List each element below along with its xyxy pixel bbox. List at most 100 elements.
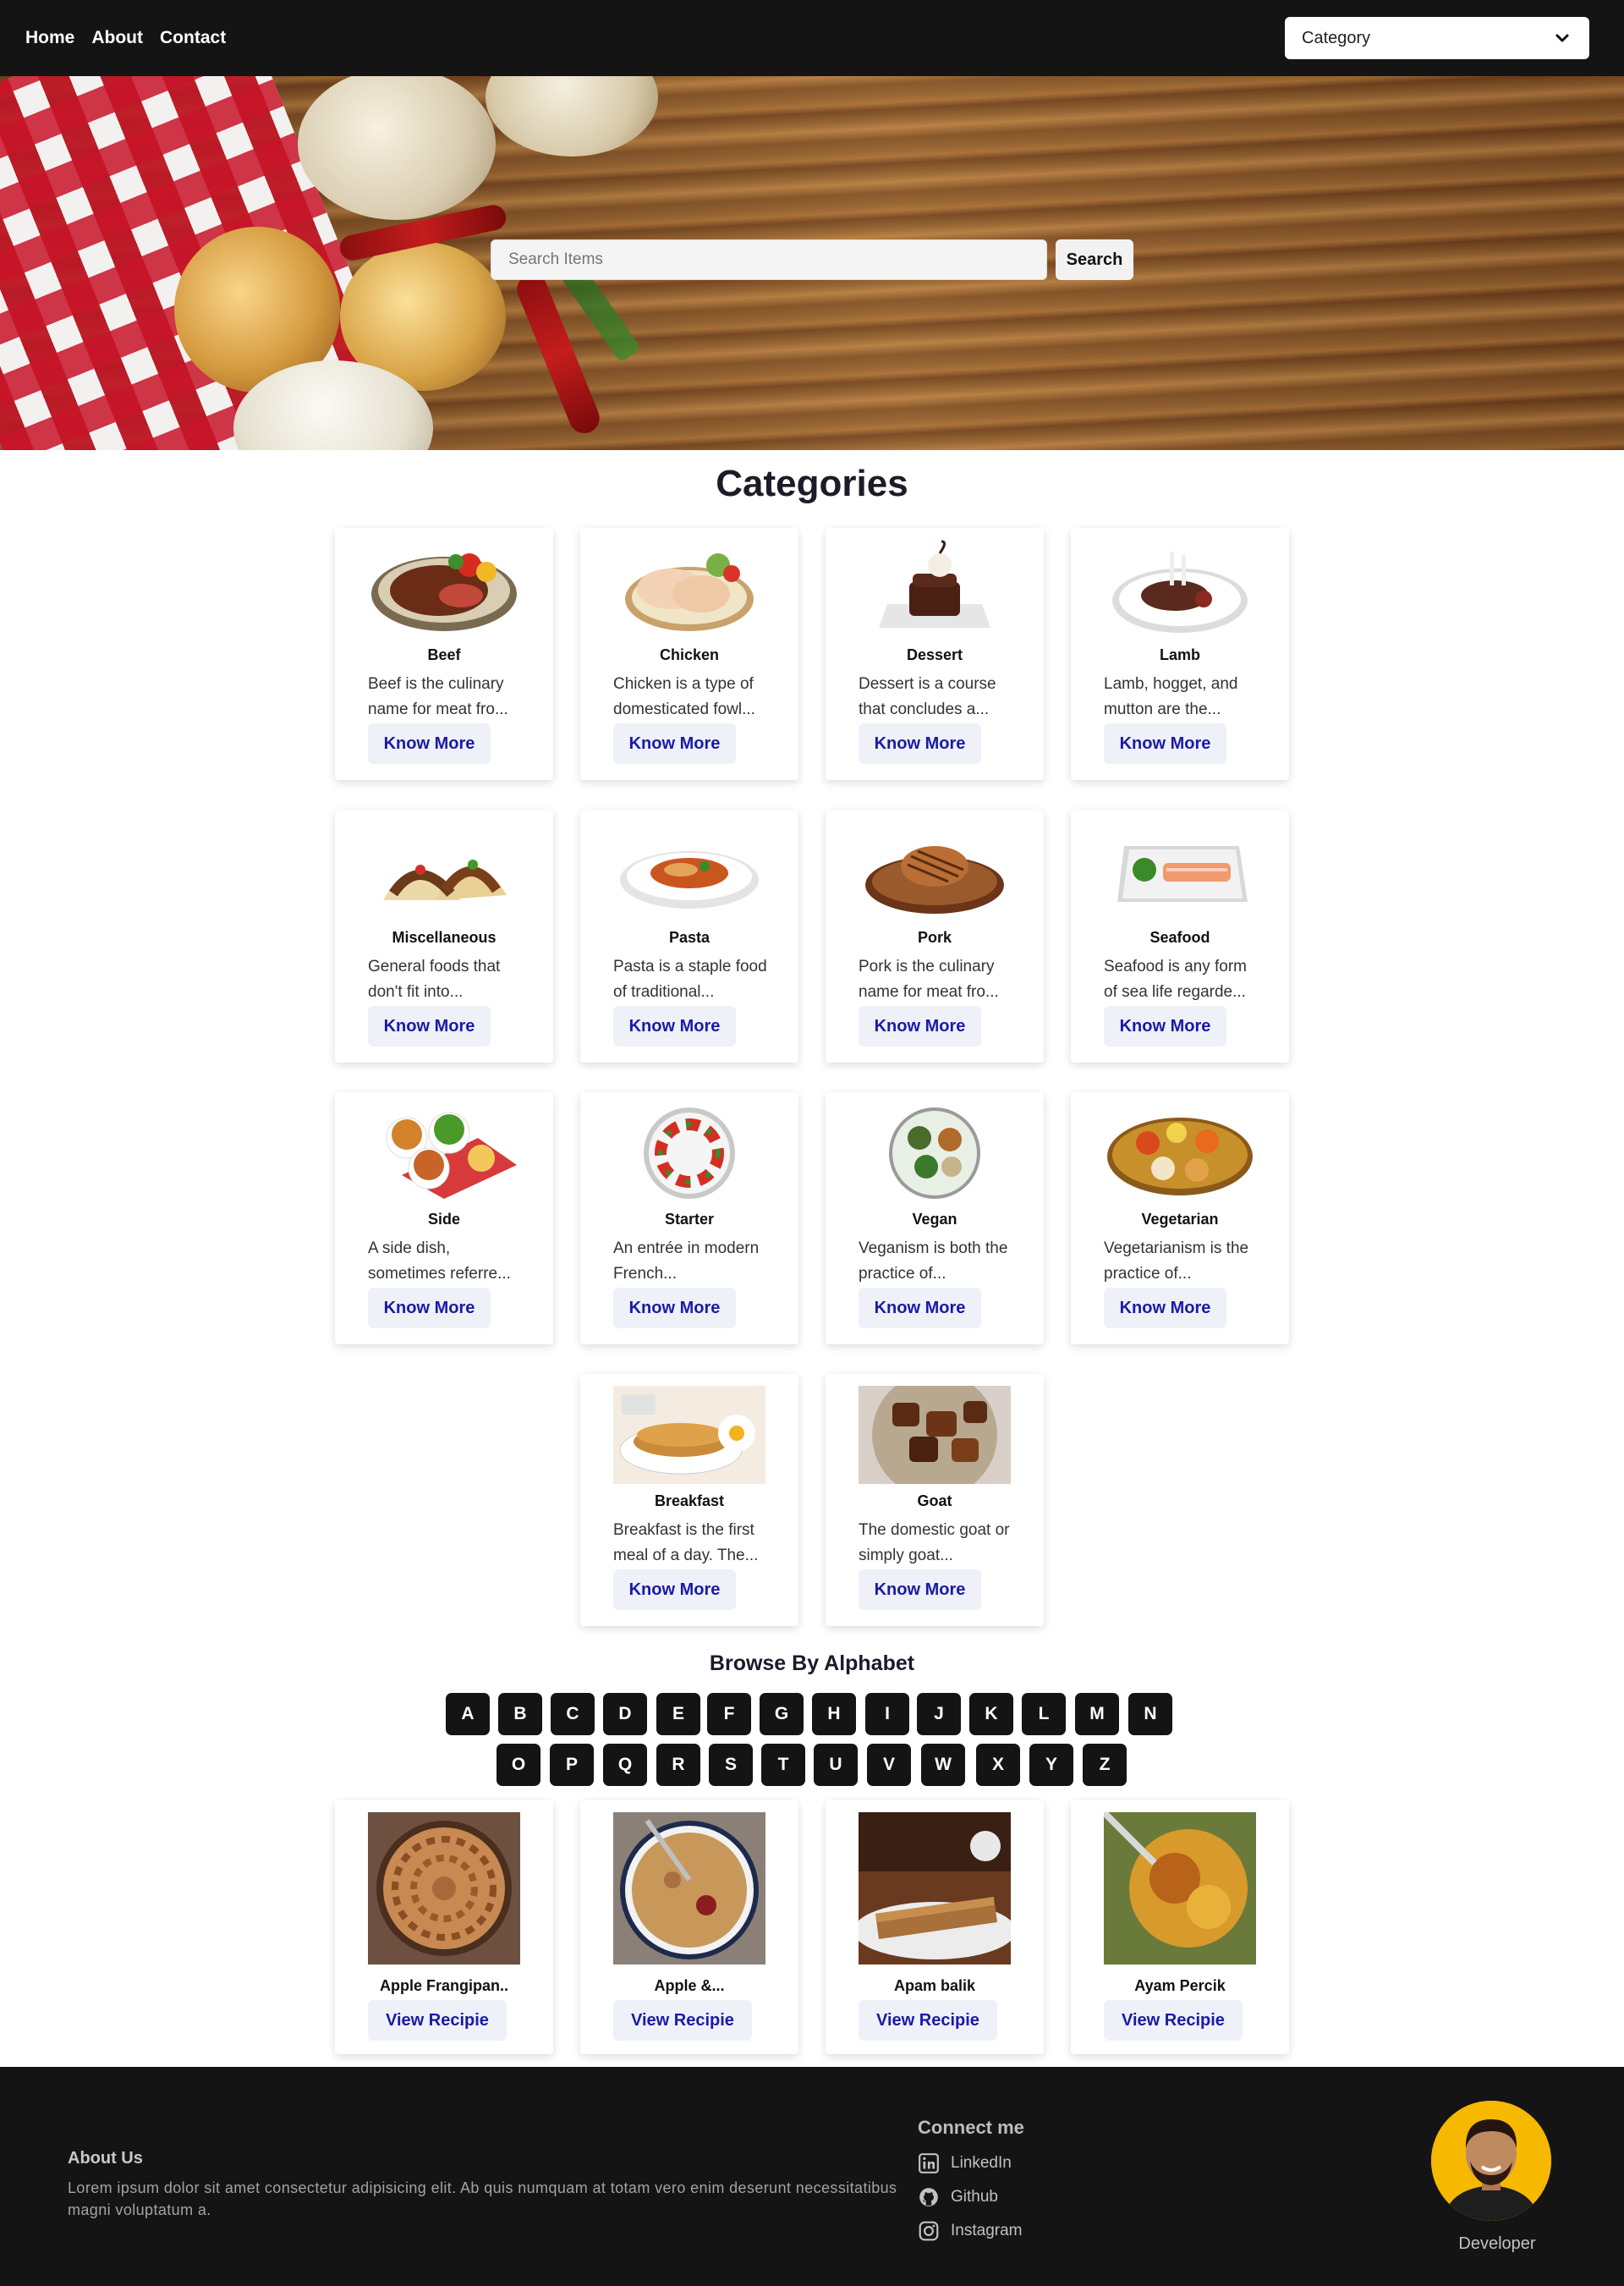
search-input[interactable] bbox=[491, 239, 1047, 280]
recipe-name: Apam balik bbox=[893, 1977, 976, 1994]
instagram-link[interactable]: Instagram bbox=[918, 2220, 1022, 2242]
know-more-button[interactable]: Know More bbox=[613, 1288, 736, 1328]
chevron-down-icon bbox=[1555, 34, 1569, 42]
hero-banner: Search bbox=[0, 76, 1624, 450]
apple-frangipan-tart-image bbox=[368, 1812, 520, 1965]
letter-button-z[interactable]: Z bbox=[1083, 1744, 1127, 1786]
recipe-name: Ayam Percik bbox=[1134, 1977, 1226, 1994]
chicken-image bbox=[625, 553, 754, 631]
letter-button-c[interactable]: C bbox=[551, 1693, 595, 1735]
apple-crumble-image bbox=[613, 1812, 765, 1965]
linkedin-icon bbox=[919, 2153, 939, 2173]
category-card-seafood: Seafood Seafood is any form of sea life … bbox=[1071, 811, 1289, 1063]
recipe-card: Apple Frangipan.. View Recipie bbox=[335, 1800, 553, 2054]
category-card-lamb: Lamb Lamb, hogget, and mutton are the...… bbox=[1071, 528, 1289, 780]
view-recipe-button[interactable]: View Recipie bbox=[613, 2000, 752, 2041]
recipe-card: Apam balik View Recipie bbox=[826, 1800, 1044, 2054]
view-recipe-button[interactable]: View Recipie bbox=[859, 2000, 997, 2041]
know-more-button[interactable]: Know More bbox=[613, 1006, 736, 1047]
linkedin-link[interactable]: LinkedIn bbox=[918, 2152, 1012, 2174]
know-more-button[interactable]: Know More bbox=[368, 1288, 491, 1328]
beef-steak-image bbox=[371, 553, 517, 631]
view-recipe-button[interactable]: View Recipie bbox=[1104, 2000, 1243, 2041]
category-name: Goat bbox=[917, 1492, 952, 1509]
category-desc: The domestic goat or simply goat... bbox=[859, 1521, 1010, 1564]
letter-button-y[interactable]: Y bbox=[1029, 1744, 1073, 1786]
letter-button-p[interactable]: P bbox=[550, 1744, 594, 1786]
letter-button-i[interactable]: I bbox=[865, 1693, 909, 1735]
category-desc: Pork is the culinary name for meat fro..… bbox=[859, 958, 999, 1001]
category-card-side: Side A side dish, sometimes referre... K… bbox=[335, 1092, 553, 1344]
category-select[interactable]: Category bbox=[1285, 17, 1589, 59]
letter-button-o[interactable]: O bbox=[497, 1744, 540, 1786]
letter-button-v[interactable]: V bbox=[867, 1744, 911, 1786]
category-card-chicken: Chicken Chicken is a type of domesticate… bbox=[580, 528, 798, 780]
letter-button-q[interactable]: Q bbox=[603, 1744, 647, 1786]
letter-button-w[interactable]: W bbox=[921, 1744, 965, 1786]
instagram-icon bbox=[919, 2221, 939, 2241]
category-desc: A side dish, sometimes referre... bbox=[368, 1239, 511, 1283]
nav-contact-link[interactable]: Contact bbox=[160, 28, 226, 48]
category-name: Pork bbox=[917, 929, 952, 946]
category-name: Beef bbox=[427, 646, 461, 663]
developer-label: Developer bbox=[1458, 2234, 1536, 2253]
know-more-button[interactable]: Know More bbox=[368, 1006, 491, 1047]
letter-button-h[interactable]: H bbox=[812, 1693, 856, 1735]
navbar: Home About Contact Category bbox=[0, 0, 1624, 76]
github-link[interactable]: Github bbox=[918, 2186, 998, 2208]
know-more-button[interactable]: Know More bbox=[859, 1569, 981, 1610]
letter-button-n[interactable]: N bbox=[1128, 1693, 1172, 1735]
category-name: Vegetarian bbox=[1141, 1211, 1219, 1228]
category-desc: Veganism is both the practice of... bbox=[859, 1239, 1008, 1283]
view-recipe-button[interactable]: View Recipie bbox=[368, 2000, 507, 2041]
category-select-value: Category bbox=[1302, 28, 1371, 47]
letter-button-k[interactable]: K bbox=[969, 1693, 1013, 1735]
developer-portrait-image bbox=[1431, 2101, 1551, 2221]
letter-button-e[interactable]: E bbox=[656, 1693, 700, 1735]
know-more-button[interactable]: Know More bbox=[613, 1569, 736, 1610]
letter-button-m[interactable]: M bbox=[1075, 1693, 1119, 1735]
category-name: Miscellaneous bbox=[392, 929, 497, 946]
category-card-miscellaneous: Miscellaneous General foods that don't f… bbox=[335, 811, 553, 1063]
letter-button-s[interactable]: S bbox=[709, 1744, 753, 1786]
nav-home-link[interactable]: Home bbox=[25, 28, 74, 48]
category-card-beef: Beef Beef is the culinary name for meat … bbox=[335, 528, 553, 780]
lamb-image bbox=[1112, 552, 1248, 633]
about-us-title: About Us bbox=[68, 2149, 143, 2168]
search-button[interactable]: Search bbox=[1056, 239, 1133, 280]
category-desc: An entrée in modern French... bbox=[613, 1239, 760, 1283]
know-more-button[interactable]: Know More bbox=[859, 723, 981, 764]
linkedin-label: LinkedIn bbox=[951, 2154, 1012, 2172]
letter-button-f[interactable]: F bbox=[707, 1693, 751, 1735]
nav-about-link[interactable]: About bbox=[91, 28, 143, 48]
letter-button-t[interactable]: T bbox=[761, 1744, 805, 1786]
letter-button-d[interactable]: D bbox=[603, 1693, 647, 1735]
letter-button-u[interactable]: U bbox=[814, 1744, 858, 1786]
letter-button-r[interactable]: R bbox=[656, 1744, 700, 1786]
letter-button-l[interactable]: L bbox=[1022, 1693, 1066, 1735]
categories-title: Categories bbox=[716, 463, 908, 504]
letter-button-g[interactable]: G bbox=[760, 1693, 804, 1735]
letter-button-a[interactable]: A bbox=[446, 1693, 490, 1735]
know-more-button[interactable]: Know More bbox=[859, 1006, 981, 1047]
know-more-button[interactable]: Know More bbox=[613, 723, 736, 764]
nav-links: Home About Contact bbox=[25, 0, 243, 76]
category-name: Starter bbox=[664, 1211, 715, 1228]
category-desc: Pasta is a staple food of traditional... bbox=[613, 958, 767, 1001]
letter-button-x[interactable]: X bbox=[976, 1744, 1020, 1786]
category-desc: Chicken is a type of domesticated fowl..… bbox=[613, 675, 755, 718]
know-more-button[interactable]: Know More bbox=[1104, 1006, 1226, 1047]
know-more-button[interactable]: Know More bbox=[1104, 723, 1226, 764]
know-more-button[interactable]: Know More bbox=[1104, 1288, 1226, 1328]
breakfast-image bbox=[613, 1386, 765, 1484]
know-more-button[interactable]: Know More bbox=[859, 1288, 981, 1328]
recipe-card: Ayam Percik View Recipie bbox=[1071, 1800, 1289, 2054]
letter-button-j[interactable]: J bbox=[917, 1693, 961, 1735]
category-card-goat: Goat The domestic goat or simply goat...… bbox=[826, 1374, 1044, 1626]
know-more-button[interactable]: Know More bbox=[368, 723, 491, 764]
dessert-image bbox=[879, 540, 990, 628]
starter-image bbox=[644, 1107, 735, 1199]
letter-button-b[interactable]: B bbox=[498, 1693, 542, 1735]
category-name: Side bbox=[427, 1211, 460, 1228]
category-card-vegetarian: Vegetarian Vegetarianism is the practice… bbox=[1071, 1092, 1289, 1344]
